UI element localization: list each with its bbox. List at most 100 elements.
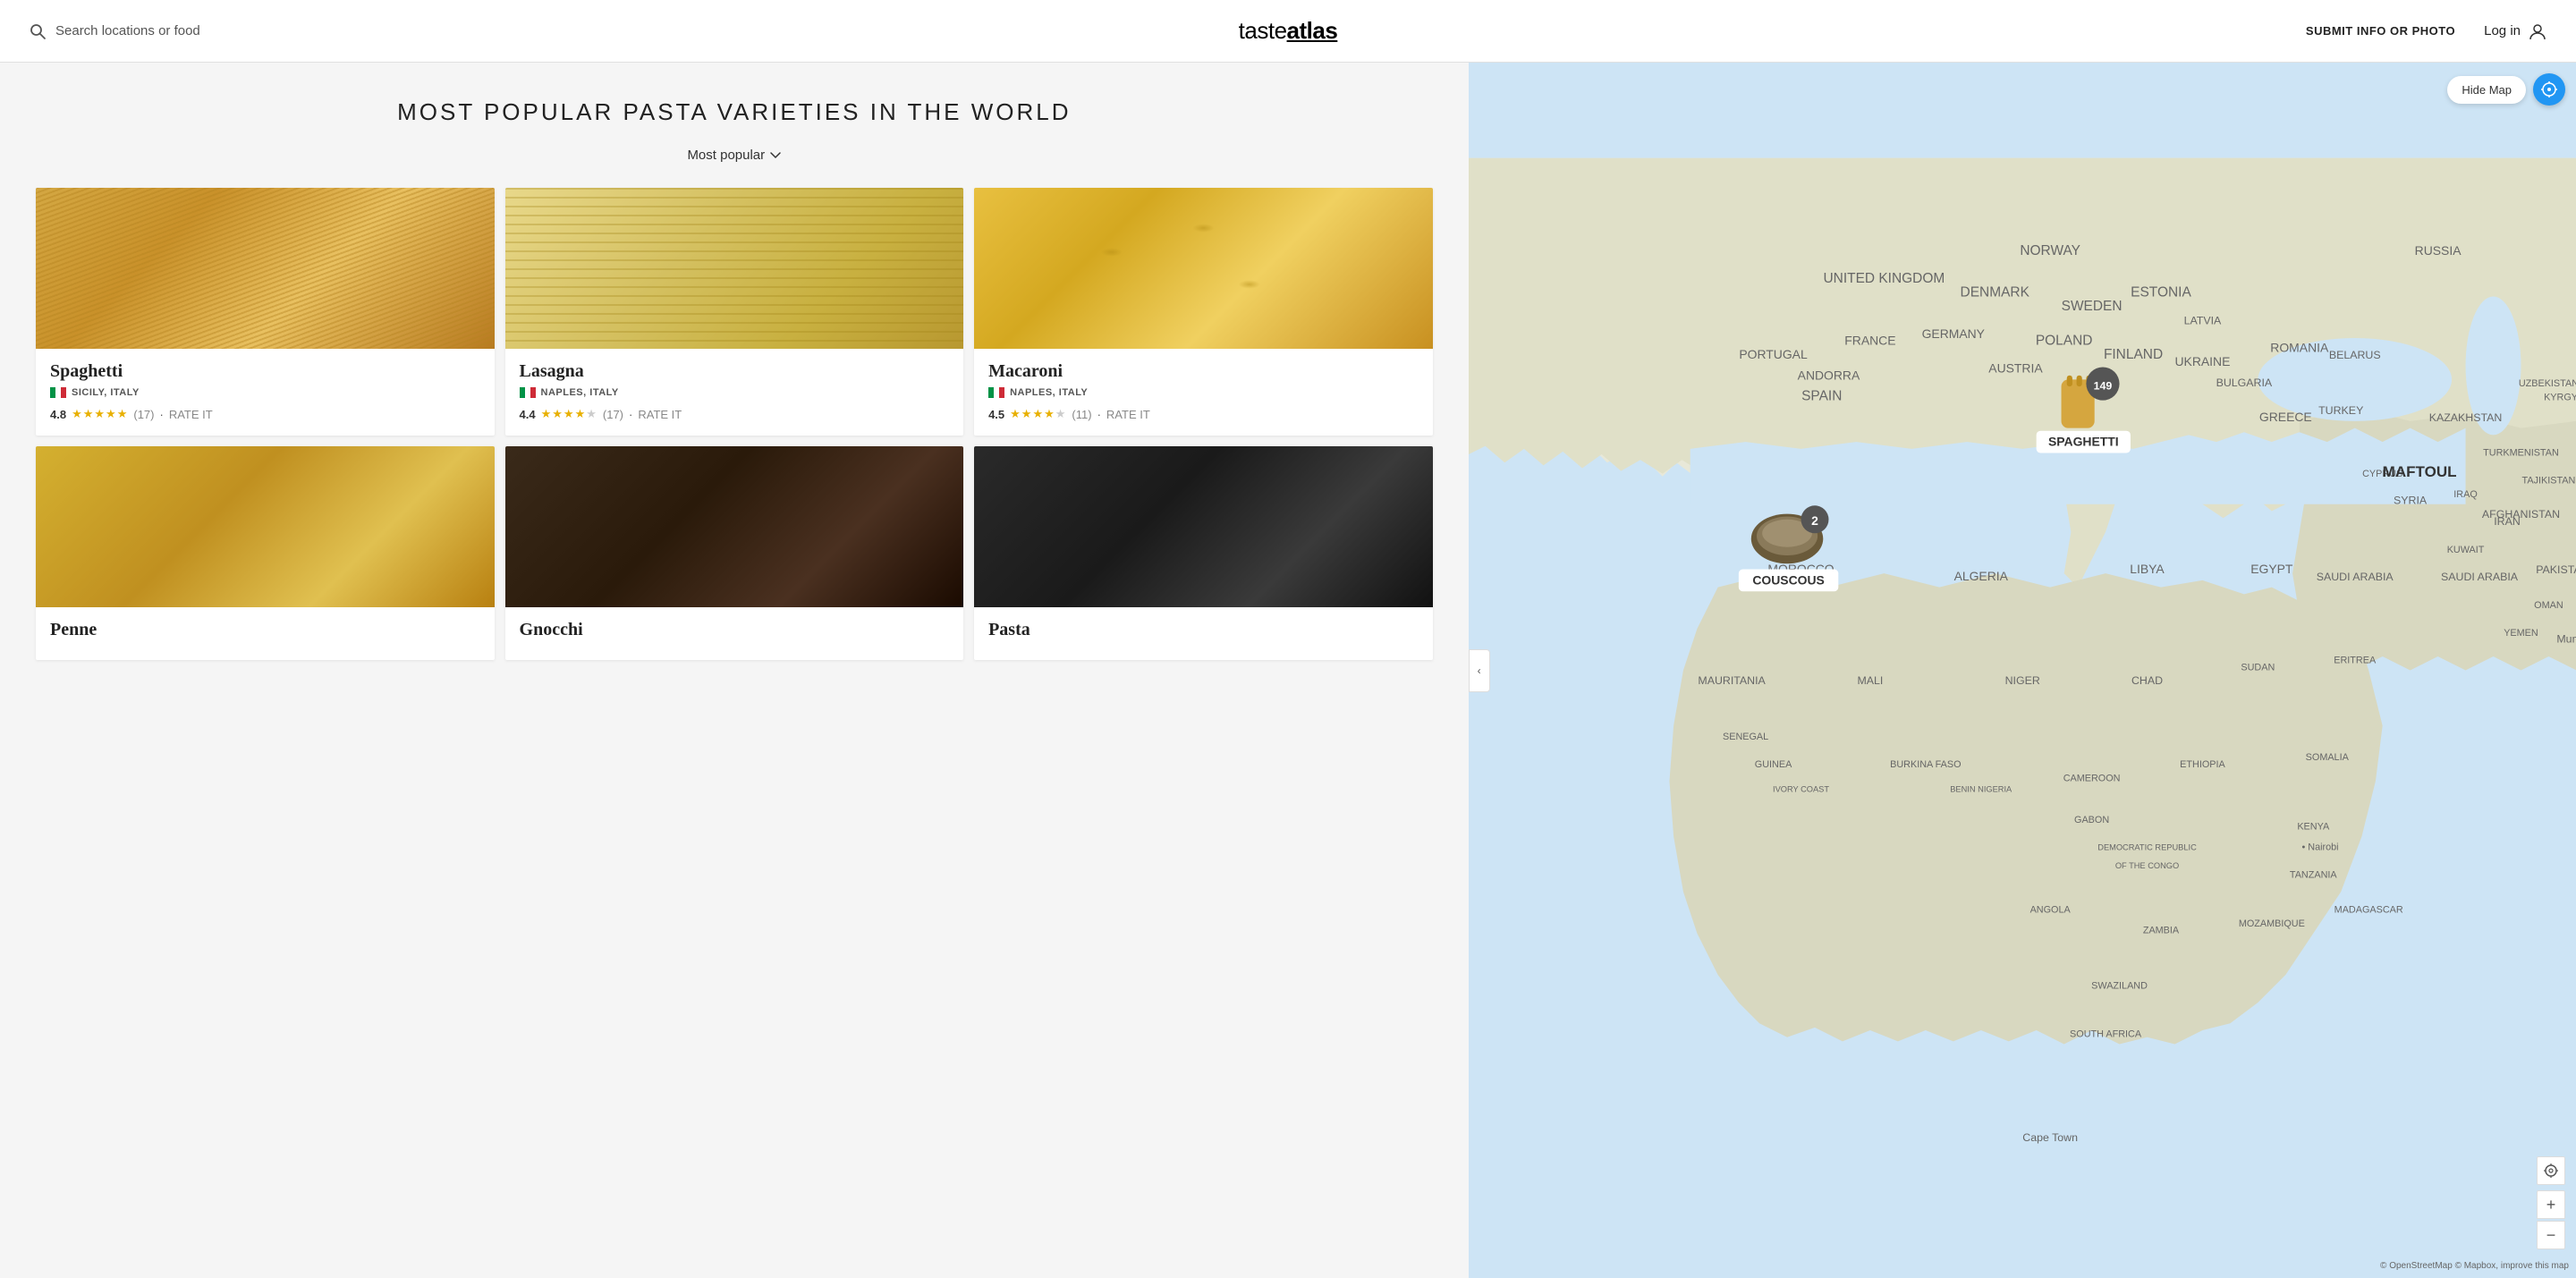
svg-text:COUSCOUS: COUSCOUS — [1752, 573, 1824, 588]
sort-bar: Most popular — [36, 148, 1433, 163]
food-card-gnocchi[interactable]: Gnocchi — [505, 446, 964, 660]
svg-text:2: 2 — [1811, 513, 1818, 528]
food-origin-macaroni: NAPLES, ITALY — [988, 387, 1419, 398]
svg-text:ETHIOPIA: ETHIOPIA — [2180, 759, 2225, 770]
food-name-spaghetti: Spaghetti — [50, 361, 480, 382]
food-rating-spaghetti: 4.8 ★★★★★ (17) · RATE IT — [50, 407, 480, 421]
rate-it-spaghetti[interactable]: RATE IT — [169, 408, 213, 421]
food-info-pasta6: Pasta — [974, 607, 1433, 660]
search-icon — [29, 22, 47, 40]
map-container: UNITED KINGDOM NORWAY SWEDEN FINLAND EST… — [1469, 63, 2576, 1278]
svg-text:OMAN: OMAN — [2534, 600, 2563, 611]
svg-text:NIGER: NIGER — [2004, 674, 2039, 687]
svg-text:SAUDI ARABIA: SAUDI ARABIA — [2441, 571, 2519, 583]
food-image-macaroni — [974, 188, 1433, 349]
food-rating-macaroni: 4.5 ★★★★★ (11) · RATE IT — [988, 407, 1419, 421]
svg-text:SPAIN: SPAIN — [1801, 389, 1842, 404]
user-icon — [2528, 21, 2547, 41]
food-name-gnocchi: Gnocchi — [520, 620, 950, 640]
food-card-macaroni[interactable]: Macaroni NAPLES, ITALY 4.5 ★★★★★ (11) · … — [974, 188, 1433, 436]
svg-text:BULGARIA: BULGARIA — [2216, 377, 2272, 389]
svg-text:IVORY COAST: IVORY COAST — [1773, 785, 1829, 794]
rate-it-lasagna[interactable]: RATE IT — [638, 408, 682, 421]
svg-text:BURKINA FASO: BURKINA FASO — [1890, 759, 1961, 770]
svg-text:SUDAN: SUDAN — [2241, 663, 2275, 673]
svg-text:LIBYA: LIBYA — [2130, 562, 2165, 576]
svg-text:UZBEKISTAN: UZBEKISTAN — [2518, 378, 2576, 389]
svg-text:CAMEROON: CAMEROON — [2063, 773, 2120, 783]
login-label: Log in — [2484, 23, 2521, 38]
food-image-lasagna — [505, 188, 964, 349]
svg-text:MAFTOUL: MAFTOUL — [2382, 463, 2456, 480]
svg-text:LATVIA: LATVIA — [2183, 315, 2221, 327]
svg-text:Mumbai: Mumbai — [2556, 633, 2576, 646]
svg-text:IRAN: IRAN — [2494, 515, 2521, 528]
header: Search locations or food tasteatlas SUBM… — [0, 0, 2576, 63]
svg-text:ESTONIA: ESTONIA — [2131, 285, 2191, 300]
svg-text:SOUTH AFRICA: SOUTH AFRICA — [2070, 1029, 2142, 1040]
svg-text:KUWAIT: KUWAIT — [2446, 545, 2484, 555]
svg-text:SYRIA: SYRIA — [2394, 495, 2428, 507]
svg-text:SPAGHETTI: SPAGHETTI — [2048, 435, 2119, 449]
map-attribution: © OpenStreetMap © Mapbox, improve this m… — [2380, 1261, 2569, 1271]
submit-info-button[interactable]: SUBMIT INFO OR PHOTO — [2306, 24, 2455, 38]
svg-text:Cape Town: Cape Town — [2022, 1131, 2078, 1144]
food-image-spaghetti — [36, 188, 495, 349]
login-button[interactable]: Log in — [2484, 21, 2547, 41]
svg-text:KYRGYZSTAN: KYRGYZSTAN — [2544, 393, 2576, 403]
svg-text:SAUDI ARABIA: SAUDI ARABIA — [2316, 571, 2394, 583]
search-area[interactable]: Search locations or food — [29, 22, 200, 40]
svg-text:IRAQ: IRAQ — [2453, 489, 2477, 500]
svg-text:SENEGAL: SENEGAL — [1723, 732, 1768, 742]
svg-text:NORWAY: NORWAY — [2020, 243, 2080, 258]
sort-label: Most popular — [687, 148, 765, 163]
logo[interactable]: tasteatlas — [1239, 17, 1338, 45]
map-collapse-button[interactable]: ‹ — [1469, 649, 1490, 692]
svg-text:FINLAND: FINLAND — [2104, 347, 2163, 362]
svg-text:RUSSIA: RUSSIA — [2414, 243, 2462, 258]
food-card-penne[interactable]: Penne — [36, 446, 495, 660]
svg-text:BENIN NIGERIA: BENIN NIGERIA — [1950, 785, 2012, 794]
search-placeholder: Search locations or food — [55, 23, 200, 38]
svg-text:149: 149 — [2093, 379, 2112, 392]
zoom-out-button[interactable]: − — [2537, 1221, 2565, 1249]
svg-text:MAURITANIA: MAURITANIA — [1698, 674, 1766, 687]
flag-italy-1 — [50, 387, 66, 398]
chevron-down-icon — [770, 152, 781, 159]
rate-it-macaroni[interactable]: RATE IT — [1106, 408, 1150, 421]
svg-text:SWEDEN: SWEDEN — [2061, 299, 2122, 314]
header-actions: SUBMIT INFO OR PHOTO Log in — [2306, 21, 2547, 41]
food-name-pasta6: Pasta — [988, 620, 1419, 640]
svg-text:TANZANIA: TANZANIA — [2289, 870, 2337, 881]
food-card-pasta6[interactable]: Pasta — [974, 446, 1433, 660]
map-svg: UNITED KINGDOM NORWAY SWEDEN FINLAND EST… — [1469, 63, 2576, 1278]
food-origin-lasagna: NAPLES, ITALY — [520, 387, 950, 398]
food-rating-lasagna: 4.4 ★★★★★ (17) · RATE IT — [520, 407, 950, 421]
food-card-spaghetti[interactable]: Spaghetti SICILY, ITALY 4.8 ★★★★★ (17) ·… — [36, 188, 495, 436]
svg-text:UNITED KINGDOM: UNITED KINGDOM — [1823, 271, 1945, 286]
svg-text:CHAD: CHAD — [2131, 674, 2163, 687]
svg-text:YEMEN: YEMEN — [2504, 628, 2538, 639]
food-card-lasagna[interactable]: Lasagna NAPLES, ITALY 4.4 ★★★★★ (17) · R… — [505, 188, 964, 436]
locate-button-top[interactable] — [2533, 73, 2565, 106]
svg-text:GERMANY: GERMANY — [1921, 326, 1984, 341]
flag-italy-3 — [988, 387, 1004, 398]
svg-text:FRANCE: FRANCE — [1844, 334, 1895, 348]
food-info-penne: Penne — [36, 607, 495, 660]
logo-text2: atlas — [1287, 17, 1338, 44]
svg-text:SWAZILAND: SWAZILAND — [2091, 981, 2148, 992]
sort-button[interactable]: Most popular — [687, 148, 781, 163]
svg-text:POLAND: POLAND — [2035, 334, 2092, 349]
svg-text:AUSTRIA: AUSTRIA — [1988, 361, 2043, 376]
svg-text:PAKISTAN: PAKISTAN — [2536, 563, 2576, 576]
svg-text:KENYA: KENYA — [2297, 822, 2330, 833]
map-controls-top: Hide Map — [2447, 73, 2565, 106]
hide-map-button[interactable]: Hide Map — [2447, 76, 2526, 104]
food-info-gnocchi: Gnocchi — [505, 607, 964, 660]
svg-text:• Nairobi: • Nairobi — [2301, 842, 2338, 853]
locate-button-bottom[interactable] — [2537, 1156, 2565, 1185]
zoom-in-button[interactable]: + — [2537, 1190, 2565, 1219]
svg-text:MOZAMBIQUE: MOZAMBIQUE — [2238, 918, 2304, 929]
svg-text:TURKEY: TURKEY — [2318, 404, 2363, 417]
food-info-macaroni: Macaroni NAPLES, ITALY 4.5 ★★★★★ (11) · … — [974, 349, 1433, 436]
